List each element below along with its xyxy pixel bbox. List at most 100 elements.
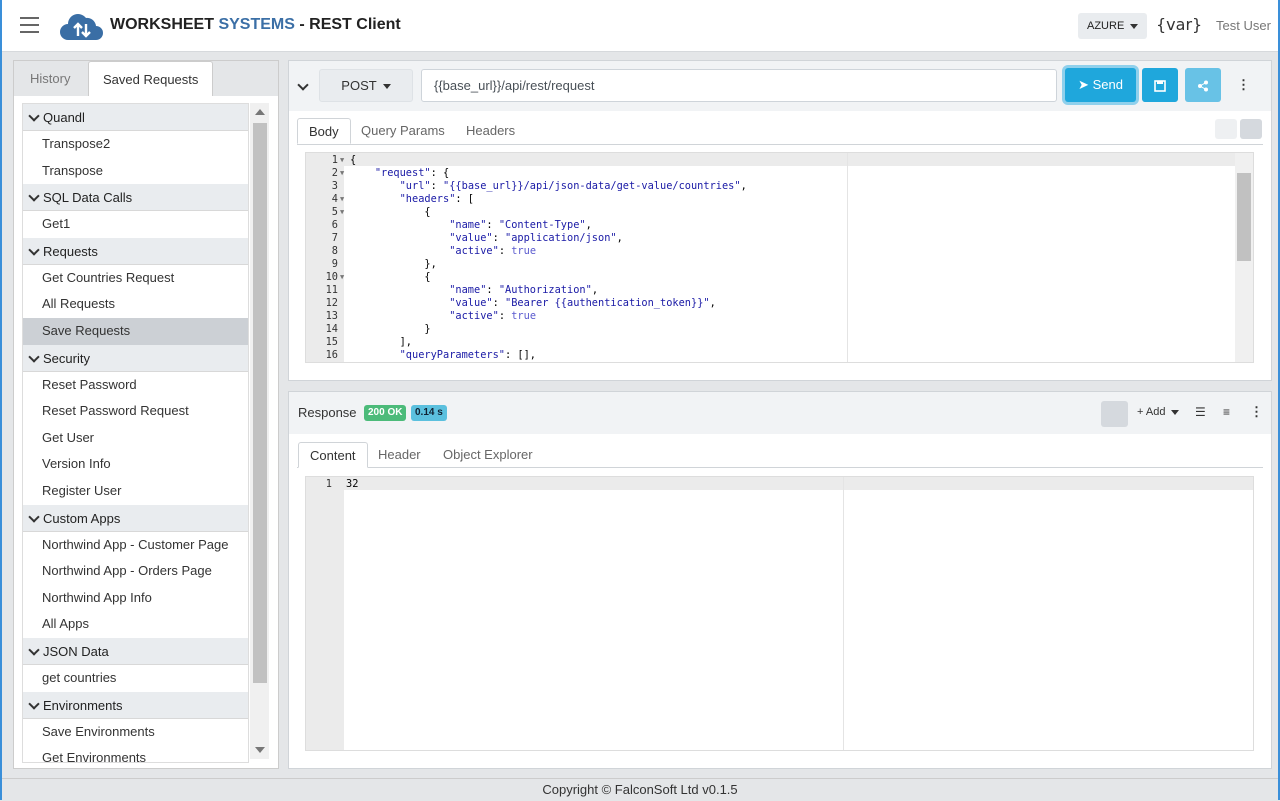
more-options-icon[interactable]: ⋮ <box>1237 77 1250 93</box>
method-label: POST <box>341 78 377 93</box>
saved-request-item[interactable]: Get Environments <box>23 745 248 762</box>
response-panel: Response 200 OK 0.14 s + Add ☰ ≡ ⋮ Conte… <box>288 391 1272 769</box>
send-button[interactable]: ➤ Send <box>1065 68 1136 102</box>
saved-request-item[interactable]: get countries <box>23 665 248 692</box>
title-worksheet: WORKSHEET <box>110 16 214 33</box>
collapse-chevron-icon[interactable] <box>297 79 309 91</box>
saved-request-item[interactable]: Northwind App Info <box>23 585 248 612</box>
indent-icon[interactable]: ☰ <box>1195 405 1206 419</box>
url-input[interactable] <box>421 69 1057 102</box>
table-view-icon[interactable] <box>1101 401 1128 427</box>
group-header[interactable]: Custom Apps <box>23 504 248 532</box>
group-header[interactable]: Quandl <box>23 104 248 131</box>
code-line: ], <box>350 336 412 348</box>
fold-arrow-icon[interactable]: ▼ <box>340 273 344 281</box>
request-body-editor[interactable]: 1 ▼{2 ▼ "request": {3 "url": "{{base_url}}… <box>305 152 1254 363</box>
line-number: 8 <box>331 245 338 257</box>
caret-down-icon <box>1171 409 1180 415</box>
fold-arrow-icon[interactable]: ▼ <box>340 169 344 177</box>
caret-down-icon <box>1130 23 1139 29</box>
variables-button[interactable]: {var} <box>1156 15 1202 34</box>
saved-request-item[interactable]: Save Environments <box>23 719 248 746</box>
hamburger-menu-icon[interactable] <box>20 17 39 33</box>
tab-content[interactable]: Content <box>298 442 368 468</box>
method-dropdown[interactable]: POST <box>319 69 413 102</box>
code-line: } <box>350 323 431 335</box>
left-tabs: History Saved Requests <box>14 61 278 96</box>
tab-header[interactable]: Header <box>367 442 432 468</box>
code-line: "active": true <box>449 310 537 322</box>
environment-dropdown[interactable]: AZURE <box>1078 13 1148 39</box>
line-number: 2 <box>331 167 338 179</box>
app-header: WORKSHEET SYSTEMS - REST Client AZURE {v… <box>2 0 1278 52</box>
tab-history[interactable]: History <box>16 61 84 96</box>
more-options-icon[interactable]: ⋮ <box>1250 404 1263 420</box>
tab-saved-requests[interactable]: Saved Requests <box>88 61 214 96</box>
code-line: { <box>350 271 431 283</box>
add-dropdown[interactable]: + Add <box>1137 406 1180 418</box>
list-scrollbar[interactable] <box>250 103 269 759</box>
line-number: 10 <box>325 271 338 283</box>
code-line: }, <box>350 258 437 270</box>
wrap-lines-icon[interactable]: ≡ <box>1223 405 1230 419</box>
indent-icon[interactable] <box>1215 119 1237 139</box>
save-button[interactable] <box>1142 68 1178 102</box>
saved-requests-list: Quandl Transpose2 Transpose SQL Data Calls G… <box>22 103 249 763</box>
tab-query-params[interactable]: Query Params <box>350 118 456 144</box>
saved-request-item[interactable]: Transpose2 <box>23 131 248 158</box>
saved-request-item[interactable]: All Apps <box>23 611 248 638</box>
saved-request-item[interactable]: Transpose <box>23 158 248 185</box>
fold-arrow-icon[interactable]: ▼ <box>340 208 344 216</box>
group-header[interactable]: Security <box>23 344 248 372</box>
line-number: 1 <box>331 154 338 166</box>
tab-object-explorer[interactable]: Object Explorer <box>432 442 544 468</box>
group-header[interactable]: Environments <box>23 691 248 719</box>
saved-request-item[interactable]: Version Info <box>23 451 248 478</box>
response-content-editor[interactable]: 1 32 <box>305 476 1254 751</box>
status-badge: 200 OK <box>364 405 407 421</box>
cloud-logo-icon <box>60 14 103 40</box>
code-line: "value": "application/json", <box>449 232 623 244</box>
floppy-disk-icon <box>1154 79 1166 92</box>
saved-request-item[interactable]: Get1 <box>23 211 248 238</box>
tab-body[interactable]: Body <box>297 118 351 144</box>
saved-request-item[interactable]: Register User <box>23 478 248 505</box>
app-title: WORKSHEET SYSTEMS - REST Client <box>110 16 401 34</box>
caret-down-icon <box>382 84 391 90</box>
saved-request-item[interactable]: Reset Password <box>23 372 248 399</box>
scroll-down-icon[interactable] <box>255 747 265 753</box>
editor-scrollbar[interactable] <box>1235 153 1253 362</box>
saved-request-item[interactable]: Reset Password Request <box>23 398 248 425</box>
saved-request-item[interactable]: Get Countries Request <box>23 265 248 292</box>
wrap-lines-icon[interactable] <box>1240 119 1262 139</box>
scroll-up-icon[interactable] <box>255 109 265 115</box>
line-number: 15 <box>325 336 338 348</box>
group-header[interactable]: JSON Data <box>23 637 248 665</box>
code-line: { <box>350 154 357 166</box>
saved-request-item[interactable]: Save Requests <box>23 317 248 345</box>
code-line: "url": "{{base_url}}/api/json-data/get-v… <box>399 180 747 192</box>
code-line: { <box>350 206 431 218</box>
line-number: 14 <box>325 323 338 335</box>
share-icon <box>1198 80 1208 92</box>
code-line: "name": "Content-Type", <box>449 219 592 231</box>
footer: Copyright © FalconSoft Ltd v0.1.5 <box>2 778 1278 800</box>
saved-request-item[interactable]: Get User <box>23 425 248 452</box>
user-menu[interactable]: Test User <box>1216 18 1271 33</box>
send-label: Send <box>1092 77 1123 92</box>
saved-request-item[interactable]: All Requests <box>23 291 248 318</box>
line-number: 16 <box>325 349 338 361</box>
fold-arrow-icon[interactable]: ▼ <box>340 156 344 164</box>
code-line: "request": { <box>374 167 450 179</box>
saved-request-item[interactable]: Northwind App - Orders Page <box>23 558 248 585</box>
group-header[interactable]: SQL Data Calls <box>23 184 248 212</box>
group-header[interactable]: Requests <box>23 237 248 265</box>
fold-arrow-icon[interactable]: ▼ <box>340 195 344 203</box>
response-label: Response <box>298 405 357 420</box>
scrollbar-thumb[interactable] <box>253 123 267 683</box>
share-button[interactable] <box>1185 68 1221 102</box>
tab-headers[interactable]: Headers <box>455 118 526 144</box>
code-line: "name": "Authorization", <box>449 284 599 296</box>
code-line: "queryParameters": [], <box>399 349 536 361</box>
saved-request-item[interactable]: Northwind App - Customer Page <box>23 532 248 559</box>
